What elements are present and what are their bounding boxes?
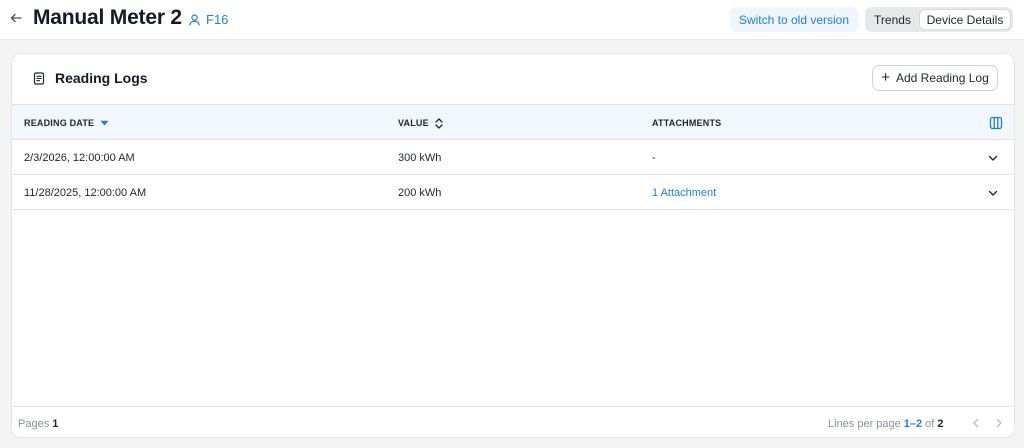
pages-label: Pages <box>18 417 50 430</box>
add-reading-log-label: Add Reading Log <box>896 71 989 85</box>
card-header: Reading Logs <box>33 69 148 87</box>
column-label: ATTACHMENTS <box>652 118 722 128</box>
location-pin-icon <box>189 13 200 25</box>
cell-value: 200 kWh <box>398 186 442 199</box>
chevron-down-icon[interactable] <box>987 187 999 199</box>
reading-logs-card: Reading Logs + Add Reading Log READING D… <box>11 53 1015 438</box>
back-arrow-icon[interactable] <box>8 10 24 26</box>
view-switcher: Trends Device Details <box>865 7 1013 32</box>
log-document-icon <box>33 71 45 85</box>
column-attachments: ATTACHMENTS <box>652 105 721 141</box>
switch-old-version-button[interactable]: Switch to old version <box>730 7 858 32</box>
card-title: Reading Logs <box>55 70 148 86</box>
table-header: READING DATE VALUE ATTACHMENTS <box>12 104 1014 141</box>
attachment-link[interactable]: 1 Attachment <box>652 175 716 210</box>
range-value[interactable]: 1–2 <box>904 418 922 430</box>
sort-desc-icon <box>100 120 109 126</box>
total-count: 2 <box>937 417 944 430</box>
chevron-down-icon[interactable] <box>987 152 999 164</box>
table-footer: Pages 1 Lines per page 1–2 of 2 <box>12 406 1014 437</box>
chevron-left-icon[interactable] <box>970 417 982 429</box>
of-label: of <box>925 417 935 430</box>
table-row[interactable]: 2/3/2026, 12:00:00 AM 300 kWh - <box>12 140 1014 175</box>
cell-reading-date: 11/28/2025, 12:00:00 AM <box>24 186 147 199</box>
sort-both-icon <box>435 117 443 129</box>
column-reading-date[interactable]: READING DATE <box>24 105 109 141</box>
column-label: READING DATE <box>24 118 95 128</box>
lines-per-page: Lines per page 1–2 of 2 <box>828 407 944 437</box>
column-value[interactable]: VALUE <box>398 105 443 141</box>
pages-value: 1 <box>52 417 59 430</box>
tab-trends[interactable]: Trends <box>865 7 920 32</box>
lines-label: Lines per page <box>828 417 901 430</box>
cell-attachments: - <box>652 151 656 164</box>
chevron-right-icon[interactable] <box>993 417 1005 429</box>
location-link[interactable]: F16 <box>188 10 228 28</box>
add-reading-log-button[interactable]: + Add Reading Log <box>872 65 998 91</box>
cell-value: 300 kWh <box>398 151 442 164</box>
columns-icon[interactable] <box>989 116 1003 130</box>
column-label: VALUE <box>398 118 429 128</box>
location-label: F16 <box>206 11 229 27</box>
top-bar: Manual Meter 2 F16 Switch to old version… <box>0 0 1024 40</box>
pages-info: Pages 1 <box>18 407 59 437</box>
plus-icon: + <box>881 69 890 86</box>
tab-device-details[interactable]: Device Details <box>919 9 1011 30</box>
page-title: Manual Meter 2 <box>33 6 182 29</box>
table-row[interactable]: 11/28/2025, 12:00:00 AM 200 kWh 1 Attach… <box>12 175 1014 210</box>
cell-reading-date: 2/3/2026, 12:00:00 AM <box>24 151 135 164</box>
